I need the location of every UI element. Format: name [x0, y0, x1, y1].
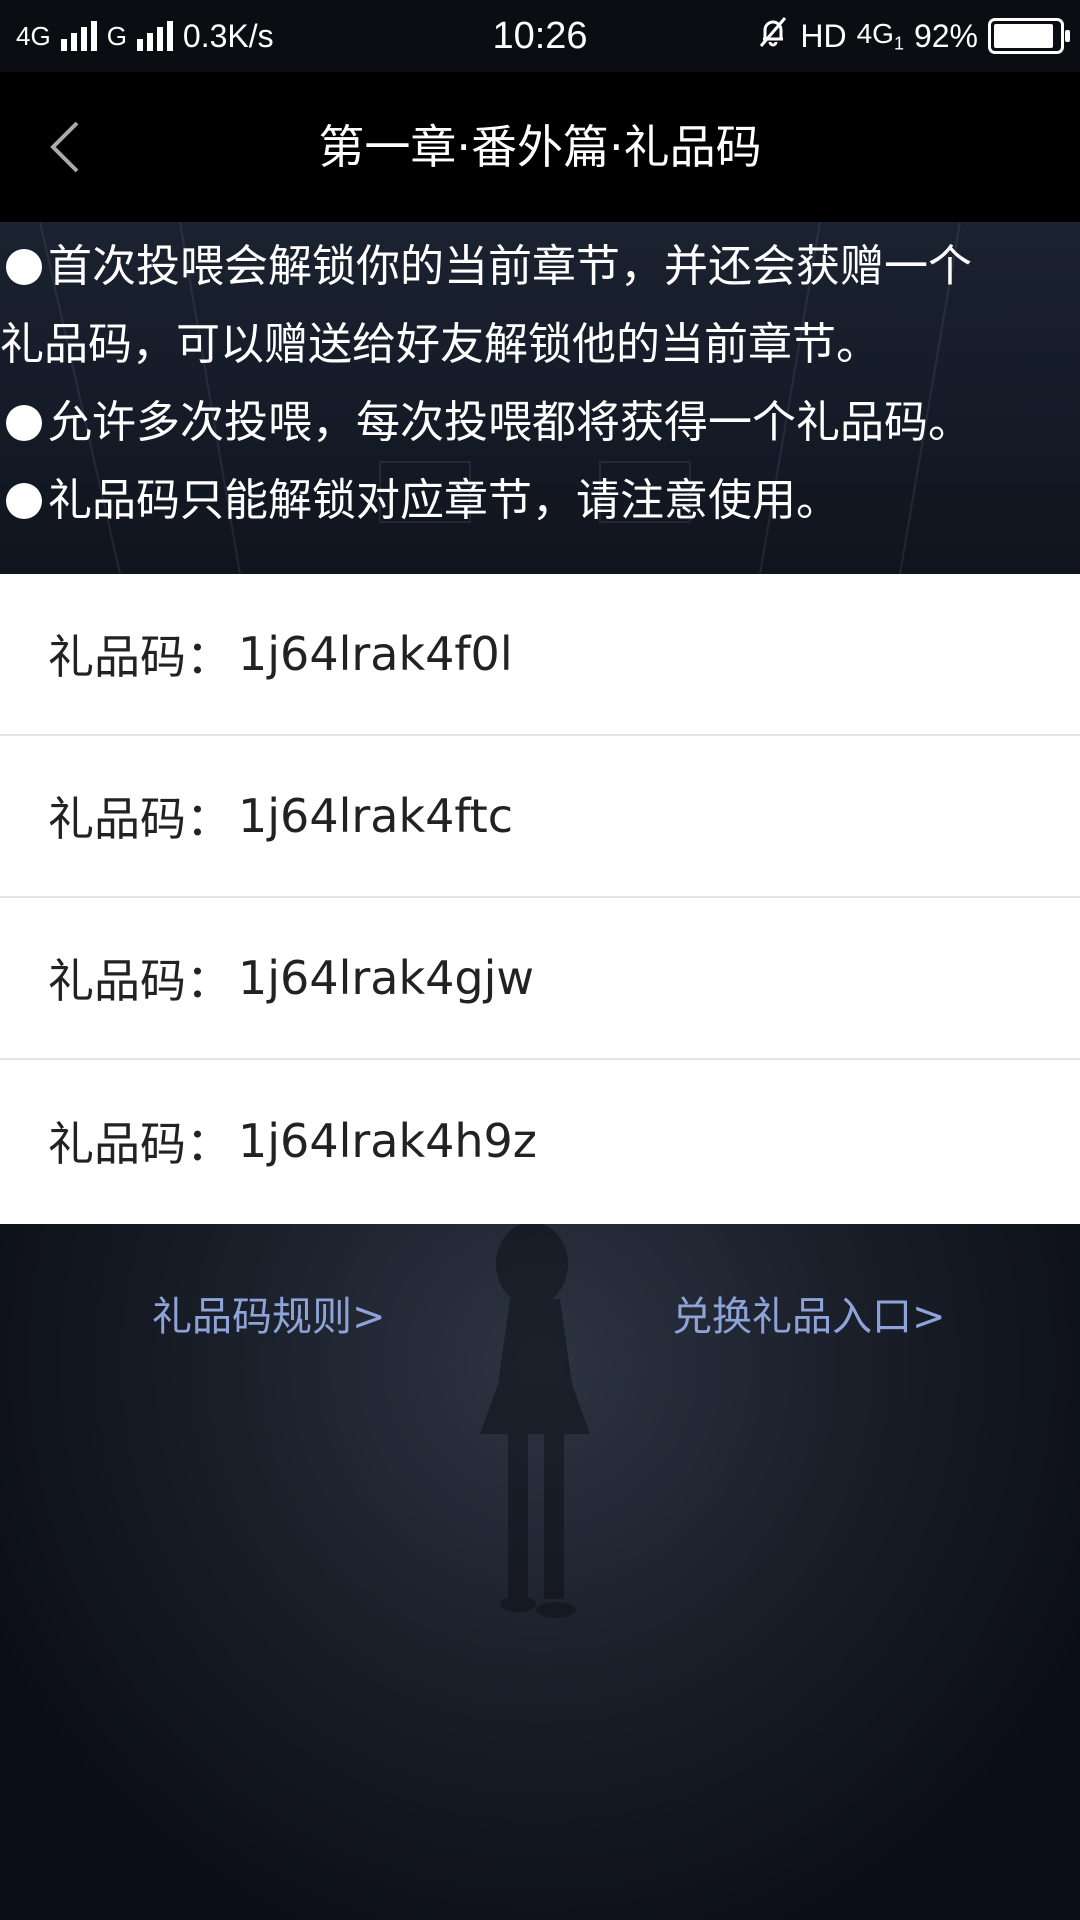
- bullet-icon: [6, 405, 42, 441]
- notice-text: 首次投喂会解锁你的当前章节，并还会获赠一个 礼品码，可以赠送给好友解锁他的当前章…: [0, 222, 1080, 540]
- gift-code-label: 礼品码：: [48, 954, 232, 1008]
- gift-code-label: 礼品码：: [48, 630, 232, 684]
- redeem-gift-link[interactable]: 兑换礼品入口>: [672, 1284, 946, 1342]
- gift-code-row[interactable]: 礼品码： 1j64lrak4ftc: [0, 736, 1080, 898]
- notice-item: 允许多次投喂，每次投喂都将获得一个礼品码。: [0, 384, 1080, 462]
- status-right: HD 4G1 92%: [756, 0, 1070, 72]
- notice-item: 礼品码只能解锁对应章节，请注意使用。: [0, 462, 1080, 540]
- hd-indicator: HD: [800, 17, 847, 54]
- nav-bar: 第一章·番外篇·礼品码: [0, 72, 1080, 222]
- gift-code-label: 礼品码：: [48, 792, 232, 846]
- gift-code-value[interactable]: 1j64lrak4h9z: [238, 1114, 537, 1168]
- gift-code-value[interactable]: 1j64lrak4ftc: [238, 789, 513, 843]
- gift-code-row[interactable]: 礼品码： 1j64lrak4gjw: [0, 898, 1080, 1060]
- status-bar: 4G G 0.3K/s 10:26 HD 4G1 92%: [0, 0, 1080, 72]
- gift-code-label: 礼品码：: [48, 1117, 232, 1171]
- network-type-3: 4G1: [856, 17, 904, 54]
- gift-code-rules-link[interactable]: 礼品码规则>: [152, 1284, 386, 1342]
- gift-code-list: 礼品码： 1j64lrak4f0l 礼品码： 1j64lrak4ftc 礼品码：…: [0, 574, 1080, 1224]
- gift-code-value[interactable]: 1j64lrak4f0l: [238, 627, 513, 681]
- gift-code-row[interactable]: 礼品码： 1j64lrak4f0l: [0, 574, 1080, 736]
- gift-code-row[interactable]: 礼品码： 1j64lrak4h9z: [0, 1060, 1080, 1222]
- page-title: 第一章·番外篇·礼品码: [318, 120, 762, 174]
- notice-item: 首次投喂会解锁你的当前章节，并还会获赠一个: [0, 228, 1080, 306]
- bullet-icon: [6, 249, 42, 285]
- bell-off-icon: [756, 15, 790, 57]
- notice-panel: 首次投喂会解锁你的当前章节，并还会获赠一个 礼品码，可以赠送给好友解锁他的当前章…: [0, 222, 1080, 574]
- notice-item-continued: 礼品码，可以赠送给好友解锁他的当前章节。: [0, 319, 880, 370]
- bullet-icon: [6, 483, 42, 519]
- battery-percent: 92%: [913, 17, 978, 54]
- silhouette-illustration: [480, 1224, 590, 1618]
- bottom-panel: 礼品码规则> 兑换礼品入口>: [0, 1224, 1080, 1920]
- battery-icon: [988, 18, 1070, 54]
- gift-code-value[interactable]: 1j64lrak4gjw: [238, 951, 534, 1005]
